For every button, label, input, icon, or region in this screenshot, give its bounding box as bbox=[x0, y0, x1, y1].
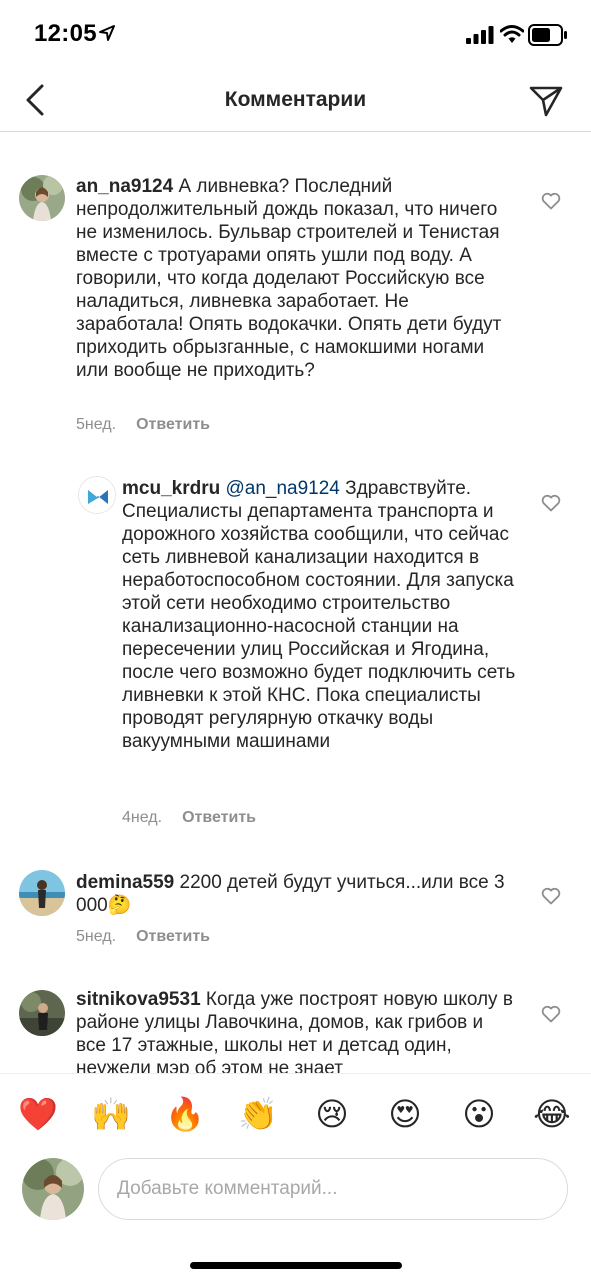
comment-item: demina559 2200 детей будут учиться...или… bbox=[0, 853, 591, 973]
comment-body: sitnikova9531 Когда уже построят новую ш… bbox=[76, 988, 516, 1073]
comment-meta: 4нед. Ответить bbox=[122, 809, 256, 827]
home-indicator[interactable] bbox=[190, 1262, 402, 1269]
emoji-raising-hands[interactable]: 🙌 bbox=[89, 1094, 133, 1134]
cellular-signal-icon bbox=[466, 26, 494, 44]
emoji-heart-eyes[interactable]: 😍 bbox=[383, 1094, 427, 1134]
current-user-avatar bbox=[22, 1158, 84, 1220]
status-bar: 12:05 bbox=[0, 0, 591, 70]
avatar[interactable] bbox=[78, 476, 116, 514]
comment-body: mcu_krdru @an_na9124 Здравствуйте. Специ… bbox=[122, 477, 517, 753]
nav-bar: Комментарии bbox=[0, 70, 591, 132]
comment-body: an_na9124 А ливневка? Последний непродол… bbox=[76, 175, 516, 382]
direct-send-icon[interactable] bbox=[528, 84, 564, 118]
location-arrow-icon bbox=[99, 25, 115, 41]
comment-text: А ливневка? Последний непродолжительный … bbox=[76, 176, 502, 381]
status-time: 12:05 bbox=[34, 20, 97, 47]
avatar[interactable] bbox=[19, 870, 65, 916]
comment-mention[interactable]: @an_na9124 bbox=[220, 478, 339, 499]
comment-username[interactable]: mcu_krdru bbox=[122, 478, 220, 499]
emoji-red-heart[interactable]: ❤️ bbox=[16, 1094, 60, 1134]
comment-reply-item: mcu_krdru @an_na9124 Здравствуйте. Специ… bbox=[0, 453, 591, 853]
comment-age: 5нед. bbox=[76, 416, 117, 433]
page-title: Комментарии bbox=[224, 88, 367, 111]
comment-text: Здравствуйте. Специалисты департамента т… bbox=[122, 478, 516, 752]
comments-list[interactable]: an_na9124 А ливневка? Последний непродол… bbox=[0, 133, 591, 1073]
reply-button[interactable]: Ответить bbox=[136, 416, 210, 433]
comment-username[interactable]: sitnikova9531 bbox=[76, 989, 201, 1010]
avatar[interactable] bbox=[19, 990, 65, 1036]
comment-meta: 5нед. Ответить bbox=[76, 416, 210, 434]
avatar[interactable] bbox=[19, 175, 65, 221]
comment-meta: 5нед. Ответить bbox=[76, 928, 210, 946]
like-heart-icon[interactable] bbox=[541, 887, 561, 905]
like-heart-icon[interactable] bbox=[541, 192, 561, 210]
emoji-clapping-hands[interactable]: 👏 bbox=[236, 1094, 280, 1134]
emoji-quick-bar: ❤️ 🙌 🔥 👏 😢 😍 😮 😂 bbox=[0, 1073, 591, 1149]
comment-age: 5нед. bbox=[76, 928, 117, 945]
comment-username[interactable]: demina559 bbox=[76, 872, 174, 893]
emoji-crying-face[interactable]: 😢 bbox=[310, 1094, 354, 1134]
comment-username[interactable]: an_na9124 bbox=[76, 176, 173, 197]
comment-body: demina559 2200 детей будут учиться...или… bbox=[76, 871, 516, 917]
wifi-icon bbox=[500, 25, 524, 43]
emoji-surprised-face[interactable]: 😮 bbox=[457, 1094, 501, 1134]
reply-button[interactable]: Ответить bbox=[136, 928, 210, 945]
emoji-tears-of-joy[interactable]: 😂 bbox=[530, 1094, 574, 1134]
comment-input[interactable] bbox=[98, 1158, 568, 1220]
battery-icon bbox=[528, 24, 567, 46]
reply-button[interactable]: Ответить bbox=[182, 809, 256, 826]
comment-age: 4нед. bbox=[122, 809, 163, 826]
like-heart-icon[interactable] bbox=[541, 1005, 561, 1023]
like-heart-icon[interactable] bbox=[541, 494, 561, 512]
emoji-fire[interactable]: 🔥 bbox=[163, 1094, 207, 1134]
comment-item: an_na9124 А ливневка? Последний непродол… bbox=[0, 133, 591, 453]
comment-item: sitnikova9531 Когда уже построят новую ш… bbox=[0, 973, 591, 1073]
